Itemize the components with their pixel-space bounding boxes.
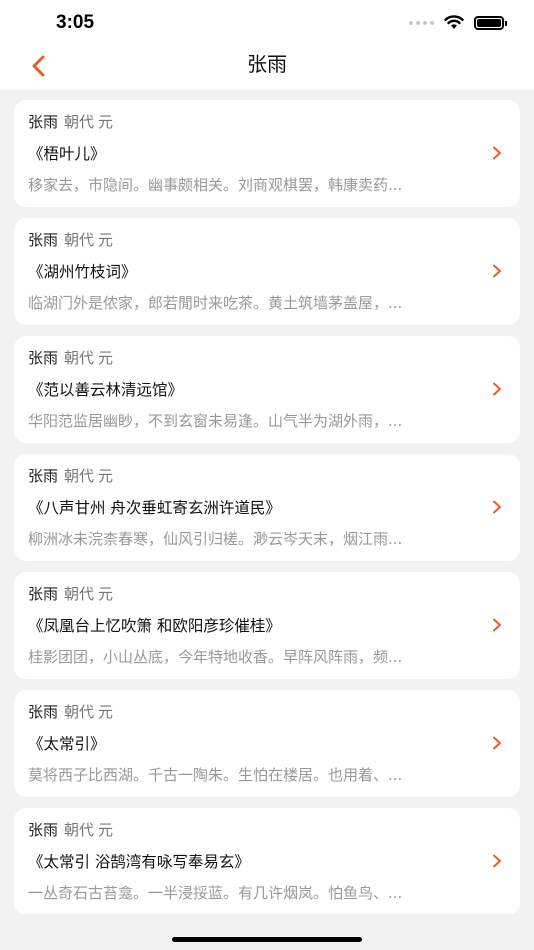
poem-author: 张雨: [28, 231, 59, 249]
chevron-right-icon: [493, 146, 501, 160]
poem-dynasty: 元: [98, 231, 114, 249]
navigation-bar: 张雨: [0, 44, 534, 90]
poem-card[interactable]: 张雨 朝代元 《太常引》 莫将西子比西湖。千古一陶朱。生怕在楼居。也用着、...: [14, 690, 520, 797]
chevron-right-icon: [493, 500, 501, 514]
poem-dynasty: 元: [98, 113, 114, 131]
poem-card[interactable]: 张雨 朝代元 《范以善云林清远馆》 华阳范监居幽眇，不到玄窗未易逢。山气半为湖外雨…: [14, 336, 520, 443]
poem-title: 《太常引》: [28, 735, 106, 753]
chevron-right-icon: [493, 618, 501, 632]
poem-dynasty: 元: [98, 585, 114, 603]
chevron-right-icon: [493, 854, 501, 868]
status-bar: 3:05: [0, 0, 534, 44]
bottom-safe-area: [0, 914, 534, 950]
poem-title: 《八声甘州 舟次垂虹寄玄洲许道民》: [28, 499, 281, 517]
poem-list: 张雨 朝代元 《梧叶儿》 移家去，市隐间。幽事颇相关。刘商观棋罢，韩康卖药... …: [14, 100, 520, 926]
poem-card[interactable]: 张雨 朝代元 《湖州竹枝词》 临湖门外是侬家，郎若閒时来吃茶。黄土筑墙茅盖屋，..…: [14, 218, 520, 325]
poem-dynasty: 元: [98, 349, 114, 367]
poem-meta: 张雨 朝代元: [28, 348, 113, 368]
wifi-icon: [444, 15, 464, 29]
poem-excerpt: 临湖门外是侬家，郎若閒时来吃茶。黄土筑墙茅盖屋，...: [28, 294, 403, 312]
poem-title: 《湖州竹枝词》: [28, 263, 137, 281]
signal-dots-icon: [409, 20, 434, 25]
chevron-right-icon: [493, 736, 501, 750]
poem-title: 《太常引 浴鹄湾有咏写奉易玄》: [28, 853, 250, 871]
poem-author: 张雨: [28, 585, 59, 603]
poem-excerpt: 华阳范监居幽眇，不到玄窗未易逢。山气半为湖外雨，...: [28, 412, 403, 430]
poem-card[interactable]: 张雨 朝代元 《凤凰台上忆吹箫 和欧阳彦珍催桂》 桂影团团，小山丛底，今年特地收香…: [14, 572, 520, 679]
poem-card[interactable]: 张雨 朝代元 《八声甘州 舟次垂虹寄玄洲许道民》 柳洲冰未浣柰春寒，仙风引归槎。渺…: [14, 454, 520, 561]
poem-meta: 张雨 朝代元: [28, 466, 113, 486]
chevron-right-icon: [493, 382, 501, 396]
status-time: 3:05: [56, 12, 95, 33]
poem-author: 张雨: [28, 349, 59, 367]
status-icons: [409, 15, 507, 30]
poem-dynasty: 元: [98, 821, 114, 839]
poem-excerpt: 一丛奇石古苔龛。一半浸挼蓝。有几许烟岚。怕鱼鸟、...: [28, 884, 403, 902]
poem-title: 《梧叶儿》: [28, 145, 106, 163]
poem-dynasty: 元: [98, 467, 114, 485]
poem-card[interactable]: 张雨 朝代元 《太常引 浴鹄湾有咏写奉易玄》 一丛奇石古苔龛。一半浸挼蓝。有几许烟…: [14, 808, 520, 915]
poem-meta: 张雨 朝代元: [28, 820, 113, 840]
poem-excerpt: 移家去，市隐间。幽事颇相关。刘商观棋罢，韩康卖药...: [28, 176, 403, 194]
home-indicator[interactable]: [172, 937, 362, 942]
poem-title: 《范以善云林清远馆》: [28, 381, 184, 399]
poem-excerpt: 莫将西子比西湖。千古一陶朱。生怕在楼居。也用着、...: [28, 766, 403, 784]
poem-meta: 张雨 朝代元: [28, 112, 113, 132]
dynasty-label: 朝代: [64, 231, 95, 249]
chevron-right-icon: [493, 264, 501, 278]
poem-dynasty: 元: [98, 703, 114, 721]
dynasty-label: 朝代: [64, 703, 95, 721]
page-title: 张雨: [247, 52, 287, 76]
dynasty-label: 朝代: [64, 585, 95, 603]
poem-excerpt: 桂影团团，小山丛底，今年特地收香。早阵风阵雨，频...: [28, 648, 403, 666]
poem-author: 张雨: [28, 467, 59, 485]
poem-author: 张雨: [28, 821, 59, 839]
poem-meta: 张雨 朝代元: [28, 230, 113, 250]
poem-excerpt: 柳洲冰未浣柰春寒，仙风引归槎。渺云岑天末，烟江雨...: [28, 530, 403, 548]
poem-author: 张雨: [28, 113, 59, 131]
dynasty-label: 朝代: [64, 349, 95, 367]
dynasty-label: 朝代: [64, 467, 95, 485]
poem-card[interactable]: 张雨 朝代元 《梧叶儿》 移家去，市隐间。幽事颇相关。刘商观棋罢，韩康卖药...: [14, 100, 520, 207]
dynasty-label: 朝代: [64, 113, 95, 131]
poem-title: 《凤凰台上忆吹箫 和欧阳彦珍催桂》: [28, 617, 281, 635]
poem-author: 张雨: [28, 703, 59, 721]
battery-icon: [474, 15, 507, 30]
dynasty-label: 朝代: [64, 821, 95, 839]
poem-meta: 张雨 朝代元: [28, 584, 113, 604]
poem-meta: 张雨 朝代元: [28, 702, 113, 722]
